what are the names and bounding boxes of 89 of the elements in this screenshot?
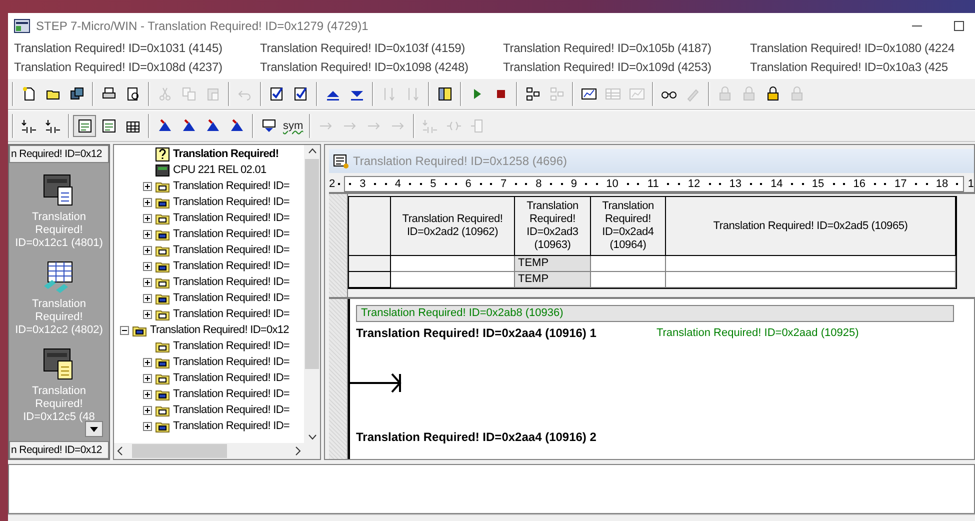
expand-icon[interactable] (143, 262, 152, 270)
ruler-number: 4 (394, 178, 401, 190)
expand-icon[interactable] (143, 198, 152, 206)
ruler-number: 9 (570, 178, 577, 190)
program-block-icon (333, 153, 349, 169)
collapse-icon[interactable] (120, 326, 129, 334)
ruler-number: 13 (729, 178, 742, 190)
ruler-number: 16 (853, 178, 866, 190)
ruler-number: 1 (968, 178, 974, 190)
network-comment: Translation Required! ID=0x2aad (10925) (656, 327, 859, 339)
column-header: Translation Required! ID=0x2ad5 (10965) (666, 197, 956, 256)
ruler-number: 8 (536, 178, 542, 190)
tree-item[interactable]: Translation Required! ID= (173, 260, 290, 272)
tree-item[interactable]: Translation Required! ID= (173, 292, 290, 304)
nav-group-button[interactable]: n Required! ID=0x12 (9, 441, 109, 459)
tree-item[interactable]: Translation Required! ID=0x12 (150, 324, 289, 336)
table-cell[interactable] (666, 272, 956, 288)
cpu-icon (155, 162, 170, 178)
table-cell[interactable] (391, 256, 515, 272)
ruler-number: 6 (465, 178, 472, 190)
ruler-number: 14 (770, 178, 783, 190)
ruler-number: 12 (688, 178, 700, 190)
ruler-number: 7 (500, 178, 507, 190)
expand-icon[interactable] (143, 422, 152, 430)
table-cell[interactable] (391, 272, 515, 288)
tree-item[interactable]: Translation Required! ID= (173, 180, 290, 192)
menu-item[interactable]: Translation Required! ID=0x1031 (4145) (14, 39, 260, 58)
table-cell[interactable] (666, 256, 956, 272)
menu-item[interactable]: Translation Required! ID=0x109d (4253) (503, 58, 750, 77)
ruler-number: 3 (360, 178, 366, 190)
menu-item[interactable]: Translation Required! ID=0x103f (4159) (260, 39, 503, 58)
nav-group-button[interactable]: n Required! ID=0x12 (9, 145, 109, 163)
tree-item[interactable]: Translation Required! ID= (173, 228, 290, 240)
horizontal-scrollbar[interactable] (114, 443, 320, 459)
vertical-scrollbar[interactable] (304, 145, 320, 443)
ruler-number: 18 (936, 178, 948, 190)
table-cell[interactable]: TEMP (515, 256, 591, 272)
tree-item[interactable]: Translation Required! ID= (173, 388, 290, 400)
sym-button[interactable]: sym (281, 115, 306, 137)
question-icon (155, 146, 170, 162)
expand-icon[interactable] (143, 358, 152, 366)
expand-icon[interactable] (143, 230, 152, 238)
tree-item[interactable]: Translation Required! ID= (173, 404, 290, 416)
window-title: STEP 7-Micro/WIN - Translation Required! ID=0x1279 (4729)1 (36, 18, 370, 32)
ruler-number: 15 (812, 178, 824, 190)
view-icon[interactable] (73, 115, 96, 137)
menu-item[interactable]: Translation Required! ID=0x1098 (4248) (260, 58, 503, 77)
scroll-down-icon[interactable] (85, 421, 103, 437)
column-header: Translation Required! ID=0x2ad2 (10962) (391, 197, 515, 256)
tree-item[interactable]: Translation Required! (173, 148, 279, 160)
expand-icon[interactable] (143, 310, 152, 318)
menu-item[interactable]: Translation Required! ID=0x105b (4187) (503, 39, 750, 58)
network-title: Translation Required! ID=0x2aa4 (10916) 2 (356, 430, 596, 444)
tree-item[interactable]: Translation Required! ID= (173, 356, 290, 368)
expand-icon[interactable] (143, 374, 152, 382)
tree-item[interactable]: Translation Required! ID= (173, 420, 290, 432)
table-cell[interactable] (591, 272, 666, 288)
tree-item[interactable]: Translation Required! ID= (173, 196, 290, 208)
expand-icon[interactable] (143, 214, 152, 222)
tree-item[interactable]: Translation Required! ID= (173, 276, 290, 288)
tree-item[interactable]: Translation Required! ID= (173, 244, 290, 256)
table-cell[interactable] (591, 256, 666, 272)
expand-icon[interactable] (143, 406, 152, 414)
network-title: Translation Required! ID=0x2aa4 (10916) 1 (356, 326, 596, 340)
expand-icon[interactable] (143, 278, 152, 286)
tree-item[interactable]: Translation Required! ID= (173, 212, 290, 224)
column-header: Translation Required! ID=0x2ad3 (10963) (515, 197, 591, 256)
menu-item[interactable]: Translation Required! ID=0x1080 (4224 (750, 39, 975, 58)
ruler-number: 2 (329, 178, 336, 190)
expand-icon[interactable] (143, 182, 152, 190)
menu-item[interactable]: Translation Required! ID=0x108d (4237) (14, 58, 260, 77)
tree-item[interactable]: Translation Required! ID= (173, 308, 290, 320)
ruler-number: 5 (430, 178, 436, 190)
ruler-number: 10 (606, 178, 618, 190)
expand-icon[interactable] (143, 246, 152, 254)
expand-icon[interactable] (143, 294, 152, 302)
maximize-icon[interactable] (953, 20, 965, 32)
ruler-number: 17 (894, 178, 907, 190)
app-icon (14, 18, 30, 32)
expand-icon[interactable] (143, 390, 152, 398)
ruler-number: 11 (647, 178, 659, 190)
tree-item[interactable]: CPU 221 REL 02.01 (173, 164, 266, 176)
tree-item[interactable]: Translation Required! ID= (173, 372, 290, 384)
table-cell[interactable]: TEMP (515, 272, 591, 288)
program-comment: Translation Required! ID=0x2ab8 (10936) (356, 305, 954, 322)
tree-item[interactable]: Translation Required! ID= (173, 340, 290, 352)
column-header: Translation Required! ID=0x2ad4 (10964) (591, 197, 666, 256)
menu-item[interactable]: Translation Required! ID=0x10a3 (425 (750, 58, 975, 77)
editor-title: Translation Required! ID=0x1258 (4696) (353, 154, 568, 168)
